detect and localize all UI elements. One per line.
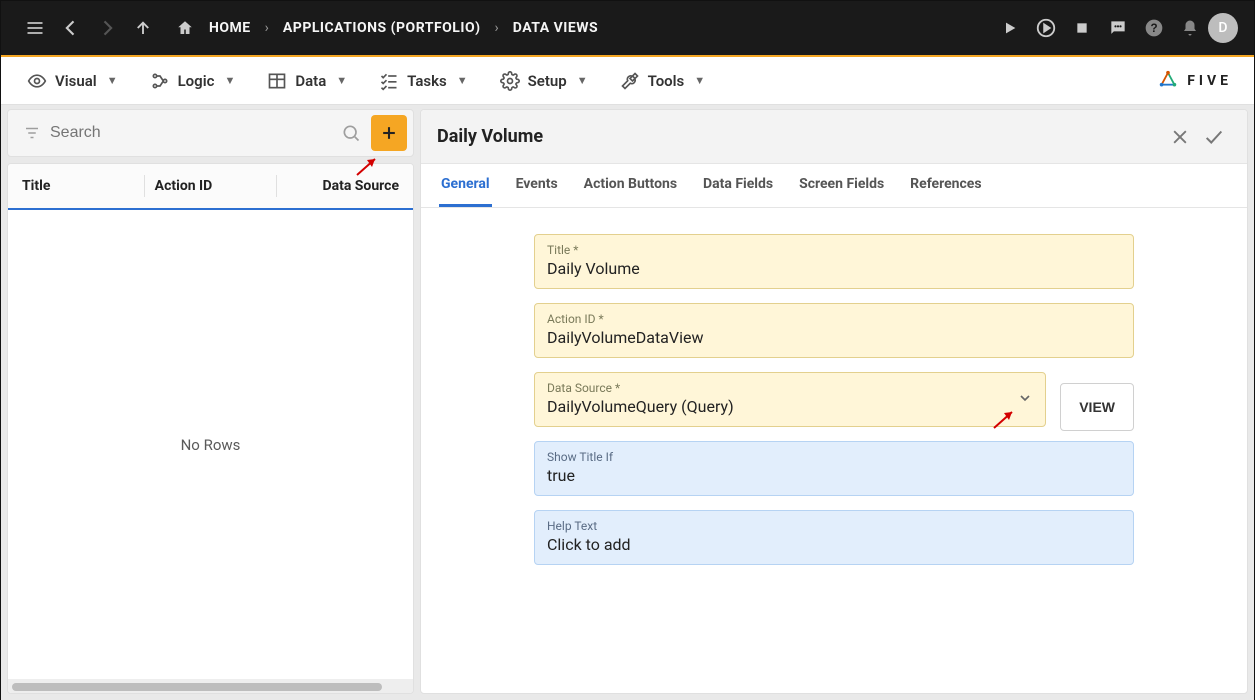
form-area: Title * Daily Volume Action ID * DailyVo… — [421, 208, 1247, 693]
menu-bar: Visual ▼ Logic ▼ Data ▼ Tasks ▼ Setup ▼ Tools… — [1, 57, 1254, 105]
detail-header: Daily Volume — [421, 110, 1247, 164]
list-card: Title Action ID Data Source No Rows — [7, 163, 414, 694]
horizontal-scrollbar[interactable] — [8, 679, 413, 693]
menu-logic-label: Logic — [178, 72, 215, 90]
scrollbar-thumb[interactable] — [12, 683, 382, 691]
dropdown-icon: ▼ — [694, 74, 705, 87]
col-title[interactable]: Title — [22, 178, 134, 194]
brand: FIVE — [1157, 70, 1242, 92]
breadcrumb-dataviews[interactable]: DATA VIEWS — [507, 20, 604, 36]
menu-visual[interactable]: Visual ▼ — [13, 63, 132, 99]
close-icon[interactable] — [1163, 120, 1197, 154]
view-button[interactable]: VIEW — [1060, 383, 1134, 431]
field-title-value: Daily Volume — [547, 259, 1121, 278]
left-panel: Title Action ID Data Source No Rows — [1, 105, 420, 700]
dropdown-icon: ▼ — [457, 74, 468, 87]
dropdown-icon: ▼ — [577, 74, 588, 87]
dropdown-icon: ▼ — [224, 74, 235, 87]
dropdown-icon: ▼ — [107, 74, 118, 87]
bell-icon[interactable] — [1172, 10, 1208, 46]
help-icon[interactable]: ? — [1136, 10, 1172, 46]
menu-tasks[interactable]: Tasks ▼ — [365, 63, 481, 99]
hamburger-icon[interactable] — [17, 10, 53, 46]
field-help-text-label: Help Text — [547, 519, 1121, 533]
confirm-icon[interactable] — [1197, 120, 1231, 154]
tab-references[interactable]: References — [908, 164, 983, 207]
chevron-right-icon: › — [487, 20, 507, 36]
breadcrumb-applications[interactable]: APPLICATIONS (PORTFOLIO) — [277, 20, 487, 36]
up-icon[interactable] — [125, 10, 161, 46]
stop-icon[interactable] — [1064, 10, 1100, 46]
list-header: Title Action ID Data Source — [8, 164, 413, 210]
list-body-empty: No Rows — [8, 210, 413, 679]
chevron-down-icon[interactable] — [1017, 390, 1033, 410]
field-help-text[interactable]: Help Text Click to add — [534, 510, 1134, 565]
search-icon[interactable] — [337, 123, 365, 143]
field-action-id-label: Action ID * — [547, 312, 1121, 326]
deploy-icon[interactable] — [1028, 10, 1064, 46]
menu-tasks-label: Tasks — [407, 72, 447, 90]
add-button[interactable] — [371, 115, 407, 151]
svg-text:?: ? — [1150, 22, 1157, 35]
forward-icon — [89, 10, 125, 46]
field-title-label: Title * — [547, 243, 1121, 257]
brand-logo-icon — [1157, 70, 1179, 92]
avatar-initial: D — [1218, 20, 1227, 36]
checklist-icon — [379, 71, 399, 91]
tab-screen-fields[interactable]: Screen Fields — [797, 164, 886, 207]
column-divider — [276, 175, 277, 197]
logic-icon — [150, 71, 170, 91]
home-icon[interactable] — [167, 10, 203, 46]
filter-icon[interactable] — [18, 124, 46, 142]
field-data-source[interactable]: Data Source * DailyVolumeQuery (Query) — [534, 372, 1046, 427]
menu-data-label: Data — [295, 72, 326, 90]
field-data-source-value: DailyVolumeQuery (Query) — [547, 397, 1033, 416]
table-icon — [267, 71, 287, 91]
tab-events[interactable]: Events — [514, 164, 560, 207]
column-divider — [144, 175, 145, 197]
avatar[interactable]: D — [1208, 13, 1238, 43]
field-data-source-label: Data Source * — [547, 381, 1033, 395]
field-show-title-if[interactable]: Show Title If true — [534, 441, 1134, 496]
top-bar: HOME › APPLICATIONS (PORTFOLIO) › DATA V… — [1, 1, 1254, 55]
dropdown-icon: ▼ — [336, 74, 347, 87]
field-action-id-value: DailyVolumeDataView — [547, 328, 1121, 347]
tab-general[interactable]: General — [439, 164, 492, 207]
empty-text: No Rows — [181, 436, 241, 454]
menu-logic[interactable]: Logic ▼ — [136, 63, 250, 99]
gear-icon — [500, 71, 520, 91]
chat-icon[interactable] — [1100, 10, 1136, 46]
menu-setup-label: Setup — [528, 72, 567, 90]
menu-data[interactable]: Data ▼ — [253, 63, 361, 99]
breadcrumb-home[interactable]: HOME — [203, 20, 257, 36]
right-panel: Daily Volume General Events Action Butto… — [420, 105, 1254, 700]
menu-tools-label: Tools — [648, 72, 685, 90]
col-action-id[interactable]: Action ID — [155, 178, 267, 194]
field-action-id[interactable]: Action ID * DailyVolumeDataView — [534, 303, 1134, 358]
tools-icon — [620, 71, 640, 91]
chevron-right-icon: › — [257, 20, 277, 36]
search-row — [7, 109, 414, 157]
menu-tools[interactable]: Tools ▼ — [606, 63, 720, 99]
field-title[interactable]: Title * Daily Volume — [534, 234, 1134, 289]
col-data-source[interactable]: Data Source — [287, 178, 399, 194]
menu-setup[interactable]: Setup ▼ — [486, 63, 602, 99]
brand-name: FIVE — [1187, 73, 1232, 89]
play-icon[interactable] — [992, 10, 1028, 46]
tabs: General Events Action Buttons Data Field… — [421, 164, 1247, 208]
eye-icon — [27, 71, 47, 91]
menu-visual-label: Visual — [55, 72, 97, 90]
field-show-title-if-label: Show Title If — [547, 450, 1121, 464]
field-help-text-value: Click to add — [547, 535, 1121, 554]
detail-title: Daily Volume — [437, 126, 543, 147]
field-show-title-if-value: true — [547, 466, 1121, 485]
tab-data-fields[interactable]: Data Fields — [701, 164, 775, 207]
search-input[interactable] — [46, 124, 337, 142]
tab-action-buttons[interactable]: Action Buttons — [582, 164, 679, 207]
back-icon[interactable] — [53, 10, 89, 46]
